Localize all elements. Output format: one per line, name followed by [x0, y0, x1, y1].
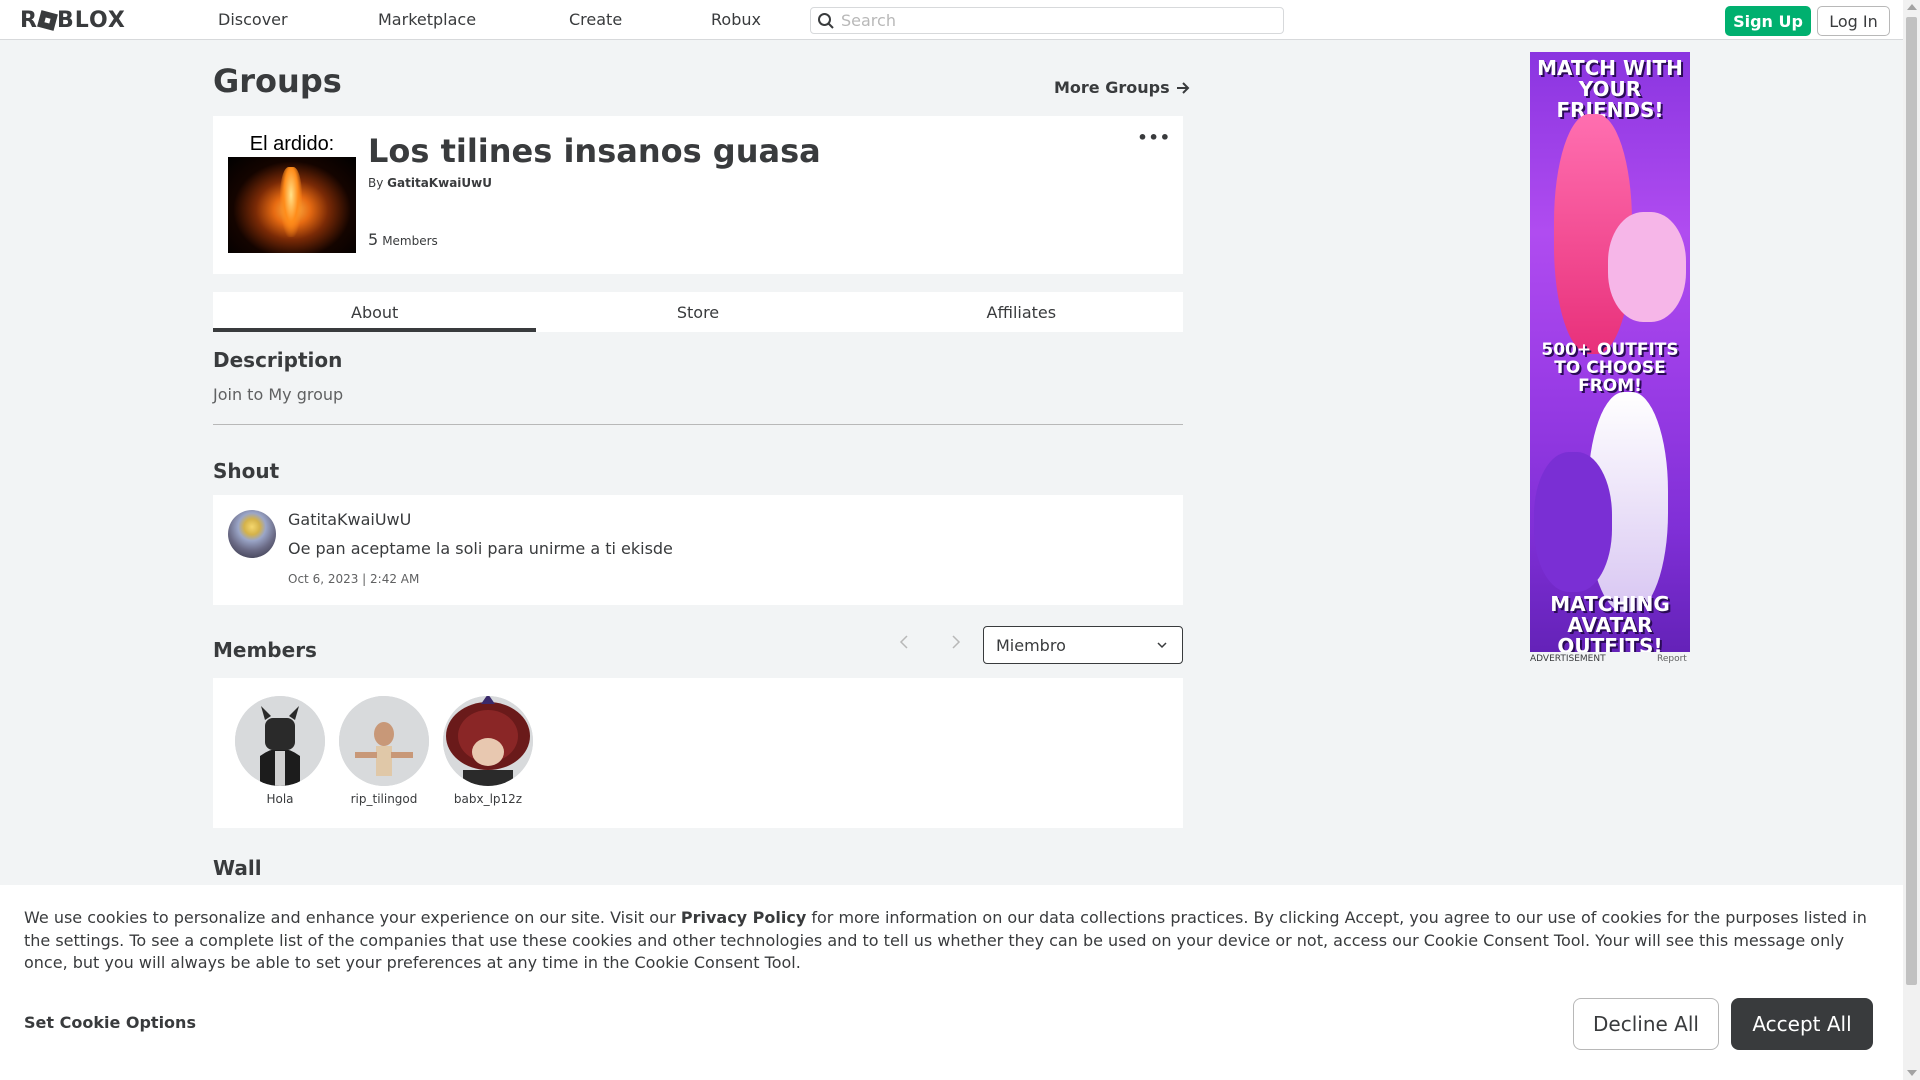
shout-date: Oct 6, 2023 | 2:42 AM — [288, 572, 420, 586]
avatar[interactable] — [443, 696, 533, 786]
role-filter-value: Miembro — [996, 635, 1066, 655]
scroll-down-arrow-icon[interactable] — [1907, 1070, 1917, 1076]
tab-about[interactable]: About — [213, 292, 537, 332]
search-bar[interactable] — [810, 7, 1284, 34]
ad-headline: MATCH WITH YOUR FRIENDS! — [1537, 56, 1683, 122]
shout-username[interactable]: GatitaKwaiUwU — [288, 510, 411, 529]
member-count-label: Members — [382, 234, 438, 248]
privacy-policy-link[interactable]: Privacy Policy — [681, 908, 806, 927]
nav-robux[interactable]: Robux — [711, 10, 761, 29]
roblox-logo[interactable]: R BLOX — [20, 8, 126, 33]
ad-figure-purple-pony — [1534, 452, 1612, 592]
top-navigation-bar: R BLOX Discover Marketplace Create Robux … — [0, 0, 1903, 40]
owner-prefix: By — [368, 176, 384, 190]
more-groups-link[interactable]: More Groups — [1054, 78, 1190, 97]
decline-all-button[interactable]: Decline All — [1573, 998, 1719, 1050]
cookie-consent-banner: We use cookies to personalize and enhanc… — [0, 885, 1903, 1080]
set-cookie-options-link[interactable]: Set Cookie Options — [24, 1013, 196, 1032]
nav-discover[interactable]: Discover — [218, 10, 288, 29]
member-name: babx_lp12z — [453, 792, 523, 806]
advertisement-label: ADVERTISEMENT — [1530, 654, 1606, 664]
page-scrollbar[interactable] — [1903, 0, 1920, 1080]
emblem-image — [228, 157, 356, 253]
members-heading: Members — [213, 638, 317, 662]
role-filter-select[interactable]: Miembro — [983, 626, 1183, 664]
owner-link[interactable]: GatitaKwaiUwU — [387, 176, 492, 190]
description-text: Join to My group — [213, 385, 344, 404]
cookie-message: We use cookies to personalize and enhanc… — [24, 907, 1884, 975]
scroll-up-arrow-icon[interactable] — [1907, 4, 1917, 10]
nav-marketplace[interactable]: Marketplace — [378, 10, 476, 29]
tab-store[interactable]: Store — [536, 292, 859, 332]
member-name: rip_tilingod — [350, 792, 418, 806]
group-header-card: El ardido: Los tilines insanos guasa By … — [213, 116, 1183, 274]
emblem-caption: El ardido: — [228, 131, 356, 157]
page-title: Groups — [213, 62, 342, 100]
group-name: Los tilines insanos guasa — [368, 132, 821, 170]
shout-avatar[interactable] — [228, 510, 276, 558]
tab-affiliates[interactable]: Affiliates — [860, 292, 1183, 332]
nav-create[interactable]: Create — [569, 10, 622, 29]
group-tabs: About Store Affiliates — [213, 292, 1183, 332]
search-icon — [818, 12, 834, 29]
group-owner: By GatitaKwaiUwU — [368, 176, 492, 190]
shout-heading: Shout — [213, 459, 280, 483]
member-name: Hola — [266, 792, 294, 806]
wall-heading: Wall — [213, 856, 262, 880]
log-in-button[interactable]: Log In — [1817, 6, 1890, 36]
more-groups-label: More Groups — [1054, 78, 1170, 97]
group-member-count: 5 Members — [368, 230, 438, 249]
avatar[interactable] — [235, 696, 325, 786]
chevron-left-icon[interactable] — [898, 634, 910, 655]
advertisement-banner[interactable]: MATCH WITH YOUR FRIENDS! 500+ OUTFITS TO… — [1530, 52, 1690, 652]
members-list: Hola rip_tilingod babx_lp12z — [213, 678, 1183, 828]
member-item[interactable]: babx_lp12z — [443, 696, 533, 806]
member-count-number: 5 — [368, 230, 379, 249]
avatar[interactable] — [339, 696, 429, 786]
section-divider — [213, 424, 1183, 425]
accept-all-button[interactable]: Accept All — [1731, 998, 1873, 1050]
member-item[interactable]: Hola — [235, 696, 325, 806]
shout-card: GatitaKwaiUwU Oe pan aceptame la soli pa… — [213, 495, 1183, 605]
description-heading: Description — [213, 348, 343, 372]
ad-report-link[interactable]: Report — [1657, 654, 1687, 664]
ad-subline: 500+ OUTFITS TO CHOOSE FROM! — [1541, 340, 1679, 396]
scrollbar-thumb[interactable] — [1906, 17, 1917, 985]
sign-up-button[interactable]: Sign Up — [1725, 6, 1811, 36]
chevron-right-icon[interactable] — [950, 634, 962, 655]
member-item[interactable]: rip_tilingod — [339, 696, 429, 806]
chevron-down-icon — [1157, 642, 1167, 649]
group-emblem: El ardido: — [228, 131, 356, 259]
search-input[interactable] — [841, 11, 1261, 30]
more-options-icon[interactable]: ••• — [1137, 128, 1171, 147]
ad-figure-pony — [1608, 212, 1686, 322]
shout-message: Oe pan aceptame la soli para unirme a ti… — [288, 539, 673, 558]
cookie-text-before: We use cookies to personalize and enhanc… — [24, 908, 681, 927]
ad-footer-text: MATCHING AVATAR OUTFITS! — [1550, 592, 1670, 653]
arrow-right-icon — [1176, 81, 1190, 94]
